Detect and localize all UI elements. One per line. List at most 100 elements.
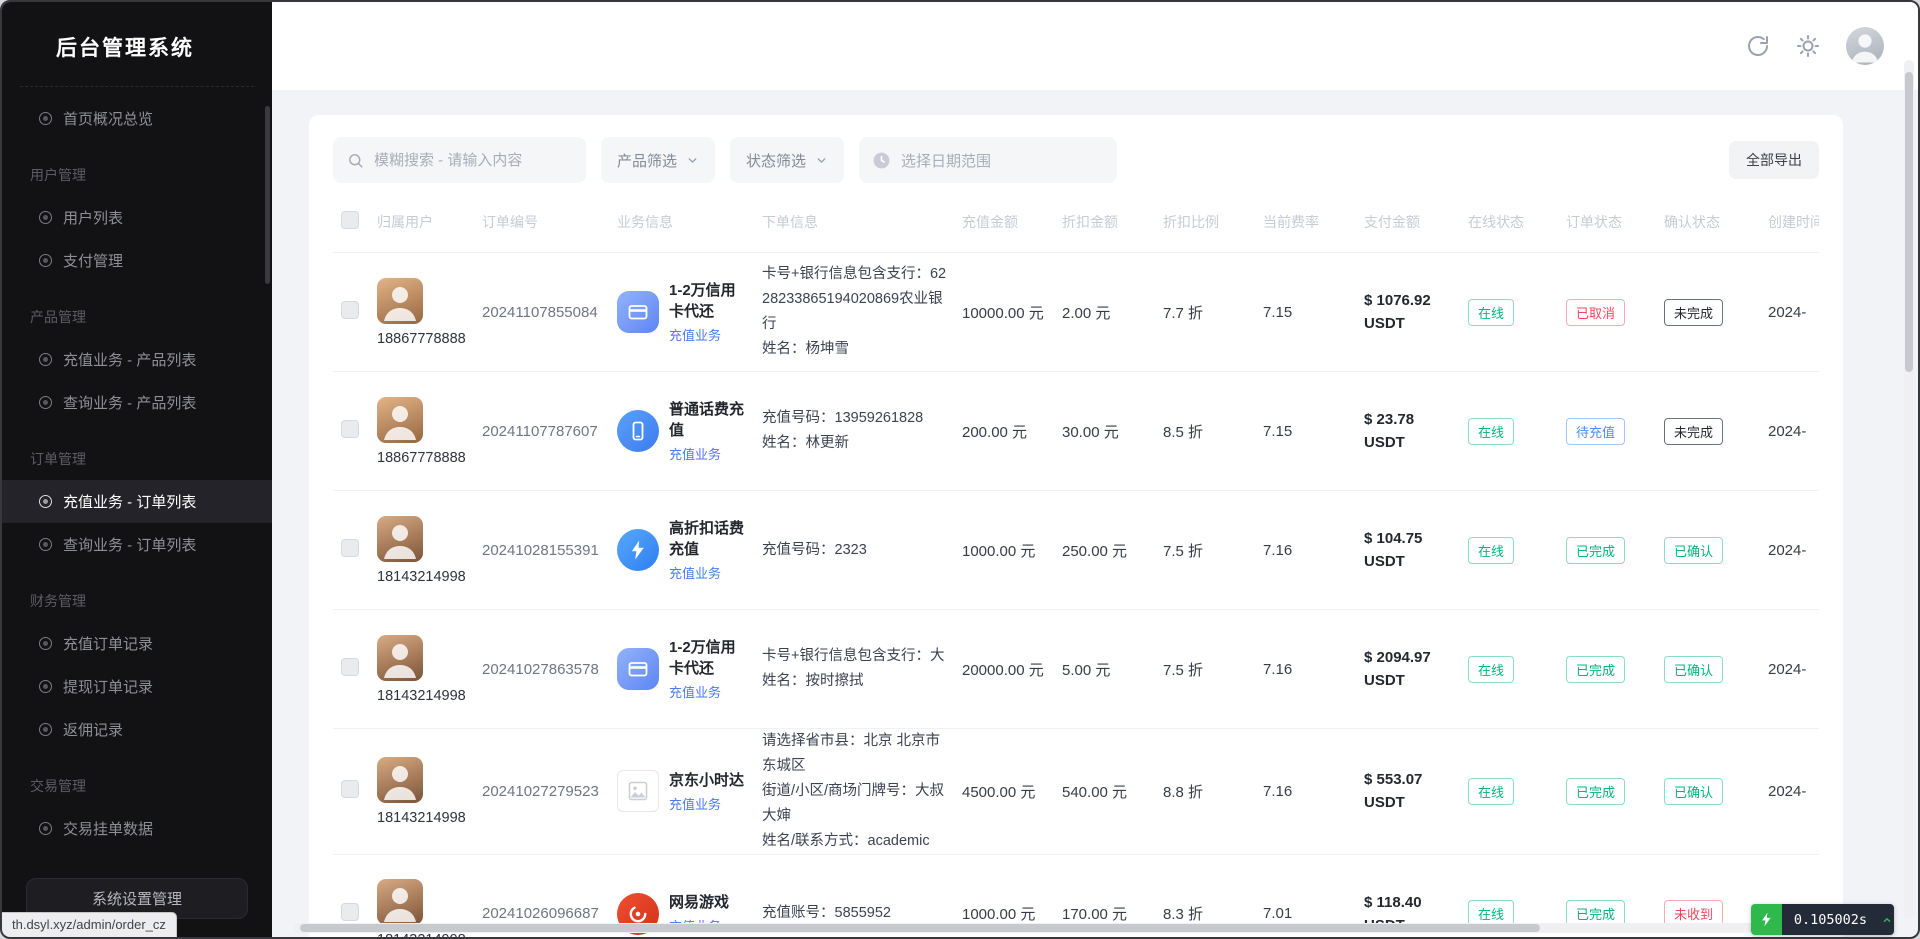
user-phone: 18143214998 [377, 569, 466, 585]
radio-circle-icon [39, 353, 52, 366]
row-checkbox[interactable] [341, 658, 359, 676]
nav-item-label: 支付管理 [63, 250, 123, 271]
nav-item-label: 查询业务 - 产品列表 [63, 392, 196, 413]
business-name: 高折扣话费充值 [669, 518, 750, 560]
row-checkbox[interactable] [341, 903, 359, 921]
radio-circle-icon [39, 680, 52, 693]
recharge-amount: 4500.00 元 [962, 784, 1035, 801]
pay-amount: $ 1076.92 USDT [1364, 289, 1456, 336]
radio-circle-icon [39, 538, 52, 551]
recharge-amount: 1000.00 元 [962, 543, 1035, 560]
request-time: 0.105002s [1782, 904, 1879, 935]
order-status-tag: 已完成 [1566, 656, 1625, 683]
vertical-scrollbar[interactable] [1904, 60, 1914, 919]
sidebar-nav-item[interactable]: 提现订单记录 [2, 665, 272, 708]
order-number: 20241027279523 [482, 783, 599, 800]
online-status-tag: 在线 [1468, 778, 1514, 805]
online-status-tag: 在线 [1468, 299, 1514, 326]
radio-circle-icon [39, 723, 52, 736]
flame-icon [1751, 904, 1782, 935]
business-name: 普通话费充值 [669, 399, 750, 441]
sidebar-divider [20, 86, 254, 87]
user-avatar[interactable] [1846, 27, 1884, 65]
pay-amount-value: $ 118.40 [1364, 891, 1456, 914]
business-cell: 1-2万信用卡代还 充值业务 [617, 280, 750, 344]
date-range-input[interactable]: 选择日期范围 [859, 137, 1117, 183]
main-area: 产品筛选 状态筛选 [272, 2, 1918, 937]
sidebar-nav-item[interactable]: 查询业务 - 产品列表 [2, 381, 272, 424]
table-row: 18867778888 20241107855084 1-2万信用卡代还 充值业… [333, 253, 1819, 372]
sidebar-nav-item[interactable]: 用户列表 [2, 196, 272, 239]
radio-circle-icon [39, 112, 52, 125]
order-status-tag: 待充值 [1566, 418, 1625, 445]
product-filter-select[interactable]: 产品筛选 [601, 137, 715, 183]
sidebar-section-label: 财务管理 [2, 580, 272, 622]
user-phone: 18143214998 [377, 932, 466, 939]
sidebar-nav-item[interactable]: 返佣记录 [2, 708, 272, 751]
nav-item-label: 用户列表 [63, 207, 123, 228]
user-cell: 18143214998 [377, 635, 470, 704]
export-button[interactable]: 全部导出 [1729, 141, 1819, 179]
row-checkbox[interactable] [341, 420, 359, 438]
column-header: 下单信息 [762, 201, 962, 253]
order-number: 20241026096687 [482, 905, 599, 922]
pay-amount-currency: USDT [1364, 550, 1456, 573]
created-at: 2024- [1768, 661, 1806, 678]
chevron-down-icon [815, 154, 828, 167]
brightness-icon[interactable] [1796, 34, 1820, 58]
sidebar-section-label: 交易管理 [2, 765, 272, 807]
horizontal-scrollbar-thumb[interactable] [300, 924, 1540, 932]
avatar [377, 757, 423, 803]
radio-circle-icon [39, 211, 52, 224]
sidebar-nav-item[interactable]: 充值订单记录 [2, 622, 272, 665]
row-checkbox[interactable] [341, 539, 359, 557]
user-phone: 18867778888 [377, 450, 466, 466]
sidebar-nav-item[interactable]: 支付管理 [2, 239, 272, 282]
discount-ratio: 7.5 折 [1163, 543, 1203, 560]
pay-amount-currency: USDT [1364, 312, 1456, 335]
discount-ratio: 8.5 折 [1163, 424, 1203, 441]
avatar [377, 397, 423, 443]
current-rate: 7.15 [1263, 423, 1292, 440]
nav-item-label: 返佣记录 [63, 719, 123, 740]
row-checkbox[interactable] [341, 301, 359, 319]
refresh-icon[interactable] [1746, 34, 1770, 58]
user-cell: 18143214998 [377, 757, 470, 826]
column-header: 充值金额 [962, 201, 1062, 253]
horizontal-scrollbar[interactable] [294, 923, 1884, 933]
column-header: 归属用户 [377, 201, 482, 253]
app-title: 后台管理系统 [2, 2, 272, 62]
pay-amount: $ 553.07 USDT [1364, 768, 1456, 815]
business-name: 1-2万信用卡代还 [669, 637, 750, 679]
sidebar-scrollbar-thumb[interactable] [265, 106, 270, 284]
row-checkbox[interactable] [341, 780, 359, 798]
pay-amount-value: $ 2094.97 [1364, 646, 1456, 669]
table-row: 18143214998 20241027863578 1-2万信用卡代还 充值业… [333, 610, 1819, 729]
nav-item-label: 充值订单记录 [63, 633, 153, 654]
current-rate: 7.01 [1263, 905, 1292, 922]
vertical-scrollbar-thumb[interactable] [1905, 72, 1913, 372]
avatar [377, 278, 423, 324]
user-cell: 18867778888 [377, 278, 470, 347]
status-filter-select[interactable]: 状态筛选 [730, 137, 844, 183]
chevron-up-icon [1879, 904, 1894, 935]
discount-ratio: 7.7 折 [1163, 305, 1203, 322]
confirm-status-tag: 已确认 [1664, 778, 1723, 805]
table-row: 18143214998 20241027279523 京东小时达 充值业务 请选… [333, 729, 1819, 855]
discount-amount: 250.00 元 [1062, 543, 1127, 560]
sidebar-nav-item[interactable]: 首页概况总览 [2, 97, 272, 140]
business-cell: 1-2万信用卡代还 充值业务 [617, 637, 750, 701]
sidebar-nav-item[interactable]: 充值业务 - 产品列表 [2, 338, 272, 381]
order-number: 20241107855084 [482, 304, 598, 321]
sidebar-nav-item[interactable]: 查询业务 - 订单列表 [2, 523, 272, 566]
select-all-checkbox[interactable] [341, 211, 359, 229]
sidebar-nav-item[interactable]: 充值业务 - 订单列表 [2, 480, 272, 523]
business-type: 充值业务 [669, 682, 750, 701]
business-name: 网易游戏 [669, 892, 729, 913]
search-box[interactable] [333, 137, 586, 183]
sidebar-nav-item[interactable]: 交易挂单数据 [2, 807, 272, 850]
search-input[interactable] [374, 152, 572, 169]
order-info: 卡号+银行信息包含支行：6228233865194020869农业银行姓名：杨坤… [762, 262, 950, 362]
debug-toolbar[interactable]: 0.105002s [1751, 904, 1894, 935]
radio-circle-icon [39, 822, 52, 835]
